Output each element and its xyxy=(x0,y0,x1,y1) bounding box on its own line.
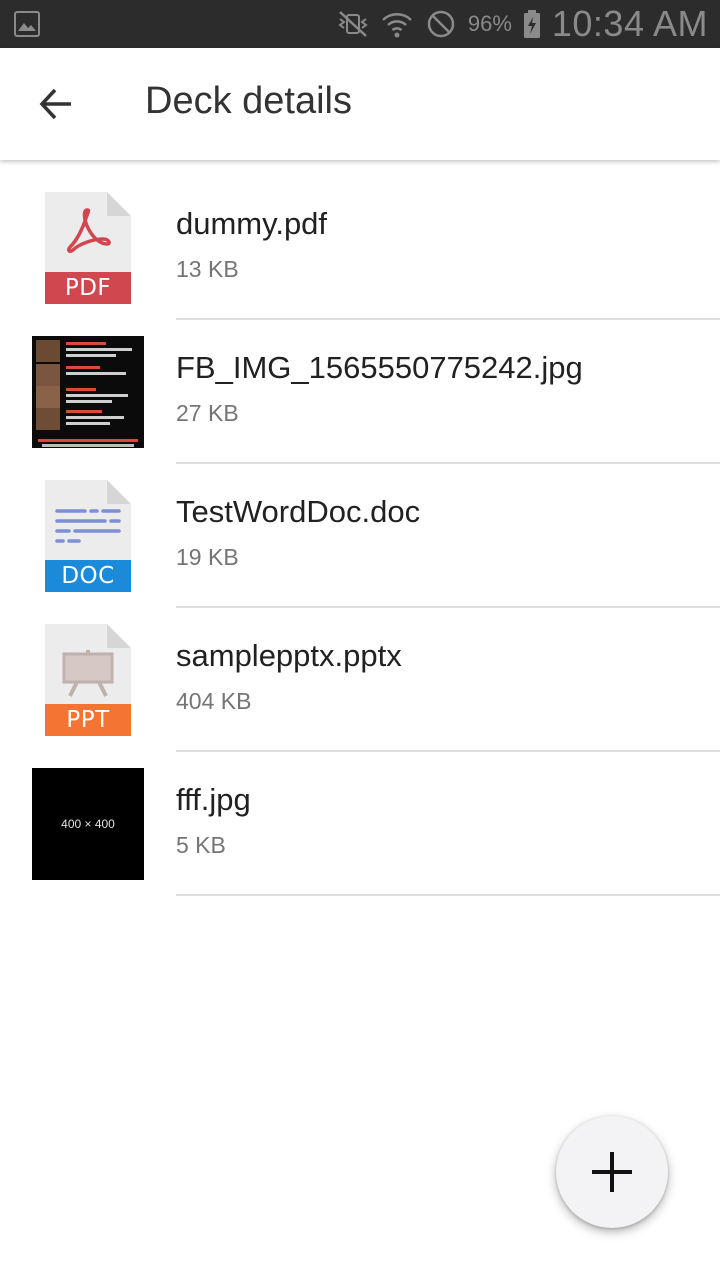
back-button[interactable] xyxy=(28,76,84,132)
list-item-fb-img[interactable]: FB_IMG_1565550775242.jpg 27 KB xyxy=(0,320,720,464)
gallery-icon xyxy=(14,11,40,37)
pdf-badge: PDF xyxy=(45,272,131,304)
file-name: fff.jpg xyxy=(176,782,251,817)
file-name: samplepptx.pptx xyxy=(176,638,402,673)
file-size: 19 KB xyxy=(176,544,239,570)
list-item-test-word-doc[interactable]: DOC TestWordDoc.doc 19 KB xyxy=(0,464,720,608)
list-item-sample-pptx[interactable]: PPT samplepptx.pptx 404 KB xyxy=(0,608,720,752)
easel-icon xyxy=(62,650,114,697)
file-size: 5 KB xyxy=(176,832,226,858)
file-size: 27 KB xyxy=(176,400,239,426)
app-bar: Deck details xyxy=(0,48,720,160)
file-size: 13 KB xyxy=(176,256,239,282)
wifi-icon xyxy=(381,13,412,38)
file-size: 404 KB xyxy=(176,688,252,714)
vibrate-muted-icon xyxy=(338,11,368,37)
list-item-fff-jpg[interactable]: 400 × 400 fff.jpg 5 KB xyxy=(0,752,720,896)
status-bar: 96% 10:34 AM xyxy=(0,0,720,48)
ppt-file-icon: PPT xyxy=(45,624,131,736)
ppt-badge: PPT xyxy=(45,704,131,736)
file-list: PDF dummy.pdf 13 KB FB_IMG_1565550775242… xyxy=(0,176,720,896)
doc-file-icon: DOC xyxy=(45,480,131,592)
pdf-file-icon: PDF xyxy=(45,192,131,304)
thumbnail-placeholder-text: 400 × 400 xyxy=(61,817,115,831)
file-name: dummy.pdf xyxy=(176,206,328,241)
battery-percent: 96% xyxy=(467,11,512,36)
battery-charging-icon xyxy=(523,10,540,38)
image-thumbnail: 400 × 400 xyxy=(32,768,144,880)
plus-icon xyxy=(592,1152,632,1192)
acrobat-logo-icon xyxy=(67,208,111,253)
image-thumbnail xyxy=(32,336,144,448)
page-title: Deck details xyxy=(145,80,352,122)
status-time: 10:34 AM xyxy=(551,3,708,44)
file-name: TestWordDoc.doc xyxy=(176,494,421,529)
add-file-button[interactable] xyxy=(556,1116,668,1228)
divider xyxy=(176,894,720,896)
list-item-dummy-pdf[interactable]: PDF dummy.pdf 13 KB xyxy=(0,176,720,320)
arrow-back-icon xyxy=(39,88,71,120)
do-not-disturb-icon xyxy=(427,10,455,38)
file-name: FB_IMG_1565550775242.jpg xyxy=(176,350,583,385)
doc-badge: DOC xyxy=(45,560,131,592)
text-lines-icon xyxy=(55,509,121,543)
